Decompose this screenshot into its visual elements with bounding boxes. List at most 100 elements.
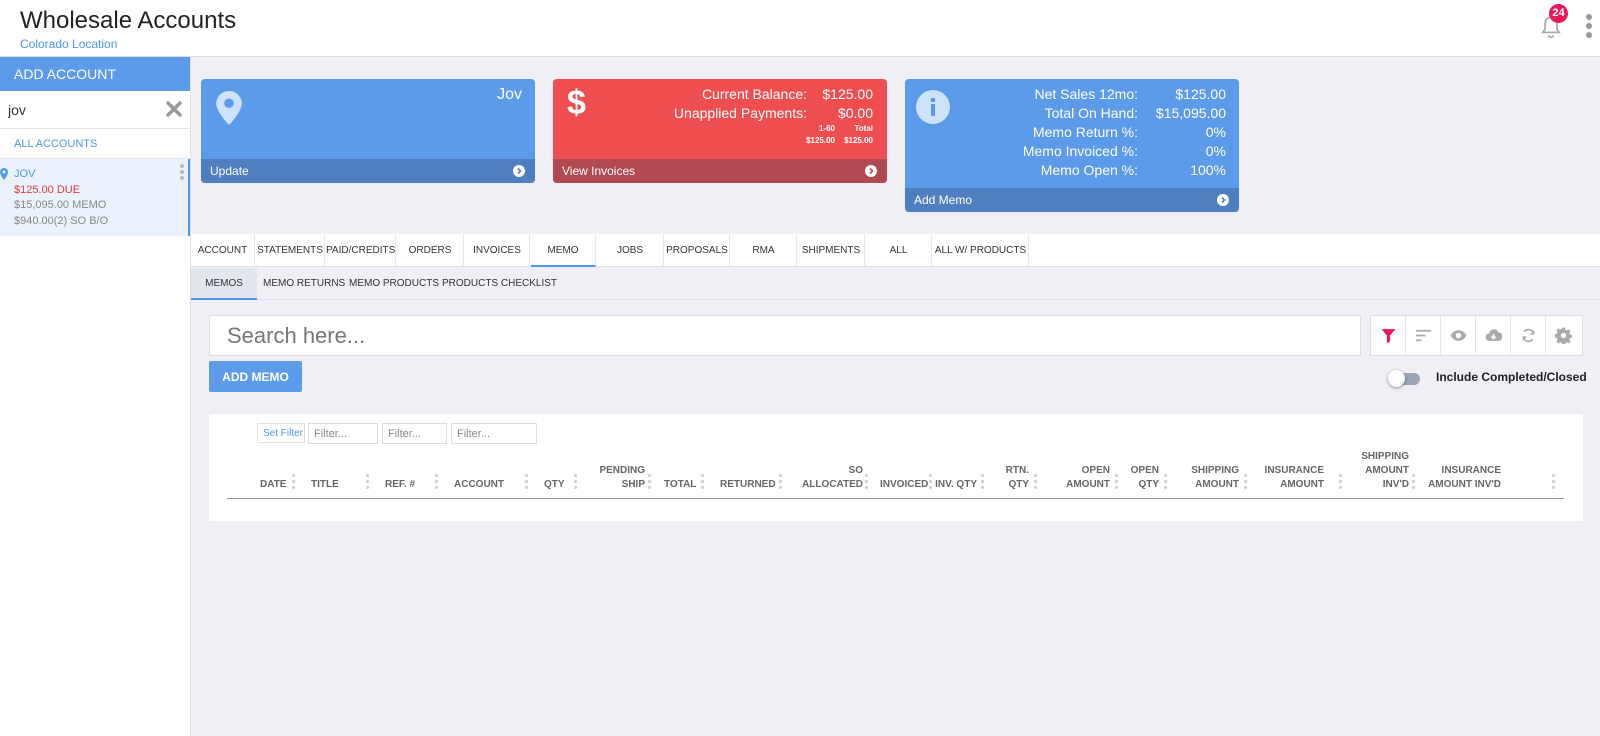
column-header-insurance-amount-invd[interactable]: INSURANCE AMOUNT INV'D [1416,464,1501,492]
page-title: Wholesale Accounts [20,7,237,34]
column-header-open-amount[interactable]: OPEN AMOUNT [1044,464,1110,492]
tab-invoices[interactable]: INVOICES [465,234,530,267]
location-subtitle[interactable]: Colorado Location [20,37,117,51]
chevron-right-icon [513,165,525,177]
all-accounts-link[interactable]: ALL ACCOUNTS [0,129,190,159]
account-so-bo: $940.00(2) SO B/O [14,214,109,227]
subtab-memo-products[interactable]: MEMO PRODUCTS [349,268,439,300]
column-header-total[interactable]: TOTAL [664,478,696,492]
add-memo-link[interactable]: Add Memo [905,188,1239,212]
tab-statements[interactable]: STATEMENTS [256,234,325,267]
subtab-memos[interactable]: MEMOS [191,268,257,300]
view-invoices-link[interactable]: View Invoices [553,159,887,183]
account-menu-icon[interactable] [180,164,186,184]
accounts-sidebar: ADD ACCOUNT ALL ACCOUNTS JOV $125.00 DUE… [0,57,191,736]
main-tabs: ACCOUNT STATEMENTS PAID/CREDITS ORDERS I… [191,234,1600,267]
tab-shipments[interactable]: SHIPMENTS [798,234,865,267]
tab-proposals[interactable]: PROPOSALS [665,234,730,267]
filter-button[interactable] [1371,316,1406,355]
account-search-row [0,91,190,129]
column-header-qty[interactable]: QTY [544,478,565,492]
column-header-inv-qty[interactable]: INV. QTY [935,478,977,492]
download-button[interactable] [1476,316,1511,355]
update-link[interactable]: Update [201,159,535,183]
memo-card: Net Sales 12mo: $125.00 Total On Hand: $… [905,79,1239,212]
current-balance-label: Current Balance: [701,86,807,102]
memo-invoiced-label: Memo Invoiced %: [1022,143,1138,159]
account-list-item[interactable]: JOV $125.00 DUE $15,095.00 MEMO $940.00(… [0,159,190,236]
account-due: $125.00 DUE [14,183,81,196]
total-on-hand-value: $15,095.00 [1155,105,1226,121]
balance-card: $ Current Balance: $125.00 Unapplied Pay… [553,79,887,183]
memo-subtabs: MEMOS MEMO RETURNS MEMO PRODUCTS PRODUCT… [191,268,1600,300]
cloud-download-icon [1485,329,1502,341]
include-completed-toggle[interactable] [1388,370,1420,387]
view-invoices-label: View Invoices [562,164,636,178]
account-name: JOV [14,168,36,180]
aging-header-total: Total [854,124,873,133]
column-header-invoiced[interactable]: INVOICED [880,478,928,492]
column-header-open-qty[interactable]: OPEN QTY [1121,464,1159,492]
column-header-so-allocated[interactable]: SO ALLOCATED [789,464,863,492]
column-header-ref[interactable]: REF. # [385,478,415,492]
account-card-name: Jov [497,86,522,103]
filter-input-date[interactable] [308,423,378,444]
subtab-memo-returns[interactable]: MEMO RETURNS [263,268,345,300]
gear-icon [1555,327,1572,344]
tab-jobs[interactable]: JOBS [597,234,664,267]
chevron-right-icon [1217,194,1229,206]
subtab-products-checklist[interactable]: PRODUCTS CHECKLIST [442,268,557,300]
account-search-input[interactable] [8,98,158,122]
filter-input-title[interactable] [382,423,447,444]
column-header-shipping-amount[interactable]: SHIPPING AMOUNT [1169,464,1239,492]
column-header-returned[interactable]: RETURNED [720,478,776,492]
total-on-hand-label: Total On Hand: [1044,105,1138,121]
aging-value-1-60: $125.00 [806,136,835,145]
filter-icon [1381,329,1396,343]
memo-search-input[interactable] [209,315,1361,356]
tab-orders[interactable]: ORDERS [397,234,464,267]
eye-icon [1450,330,1467,341]
tab-all[interactable]: ALL [866,234,932,267]
refresh-button[interactable] [1511,316,1546,355]
grid-header-divider [227,498,1564,499]
location-pin-icon [0,168,8,180]
current-balance-value: $125.00 [822,86,873,102]
settings-button[interactable] [1546,316,1581,355]
net-sales-label: Net Sales 12mo: [1034,86,1139,102]
columns-visibility-button[interactable] [1441,316,1476,355]
column-header-pending-ship[interactable]: PENDING SHIP [593,464,645,492]
filter-input-ref[interactable] [451,423,537,444]
memo-return-value: 0% [1205,124,1226,140]
column-header-account[interactable]: ACCOUNT [454,478,504,492]
more-menu-icon[interactable] [1584,12,1594,42]
column-header-date[interactable]: DATE [260,478,286,492]
grid-toolbar [1370,315,1583,356]
memo-invoiced-value: 0% [1205,143,1226,159]
top-bar: Wholesale Accounts Colorado Location 24 [0,0,1600,57]
net-sales-value: $125.00 [1175,86,1226,102]
add-memo-button[interactable]: ADD MEMO [209,361,302,392]
include-completed-label: Include Completed/Closed [1436,370,1587,384]
unapplied-payments-value: $0.00 [837,105,873,121]
notification-badge[interactable]: 24 [1549,4,1568,23]
memo-return-label: Memo Return %: [1032,124,1138,140]
info-icon [916,90,950,124]
tab-rma[interactable]: RMA [731,234,797,267]
refresh-icon [1522,328,1535,343]
tab-memo[interactable]: MEMO [531,234,596,267]
column-header-insurance-amount[interactable]: INSURANCE AMOUNT [1249,464,1324,492]
tab-all-with-products[interactable]: ALL W/ PRODUCTS [933,234,1029,267]
tab-paid-credits[interactable]: PAID/CREDITS [326,234,396,267]
add-account-button[interactable]: ADD ACCOUNT [0,57,190,91]
column-header-title[interactable]: TITLE [311,478,339,492]
column-header-shipping-amount-invd[interactable]: SHIPPING AMOUNT INV'D [1339,450,1409,492]
set-filter-button[interactable]: Set Filter [257,423,305,443]
account-card: Jov Update [201,79,535,183]
column-header-rtn-qty[interactable]: RTN. QTY [987,464,1029,492]
tab-account[interactable]: ACCOUNT [191,234,255,267]
dollar-icon: $ [567,84,586,122]
sort-button[interactable] [1406,316,1441,355]
sort-icon [1416,329,1431,342]
clear-search-icon[interactable] [165,100,183,118]
